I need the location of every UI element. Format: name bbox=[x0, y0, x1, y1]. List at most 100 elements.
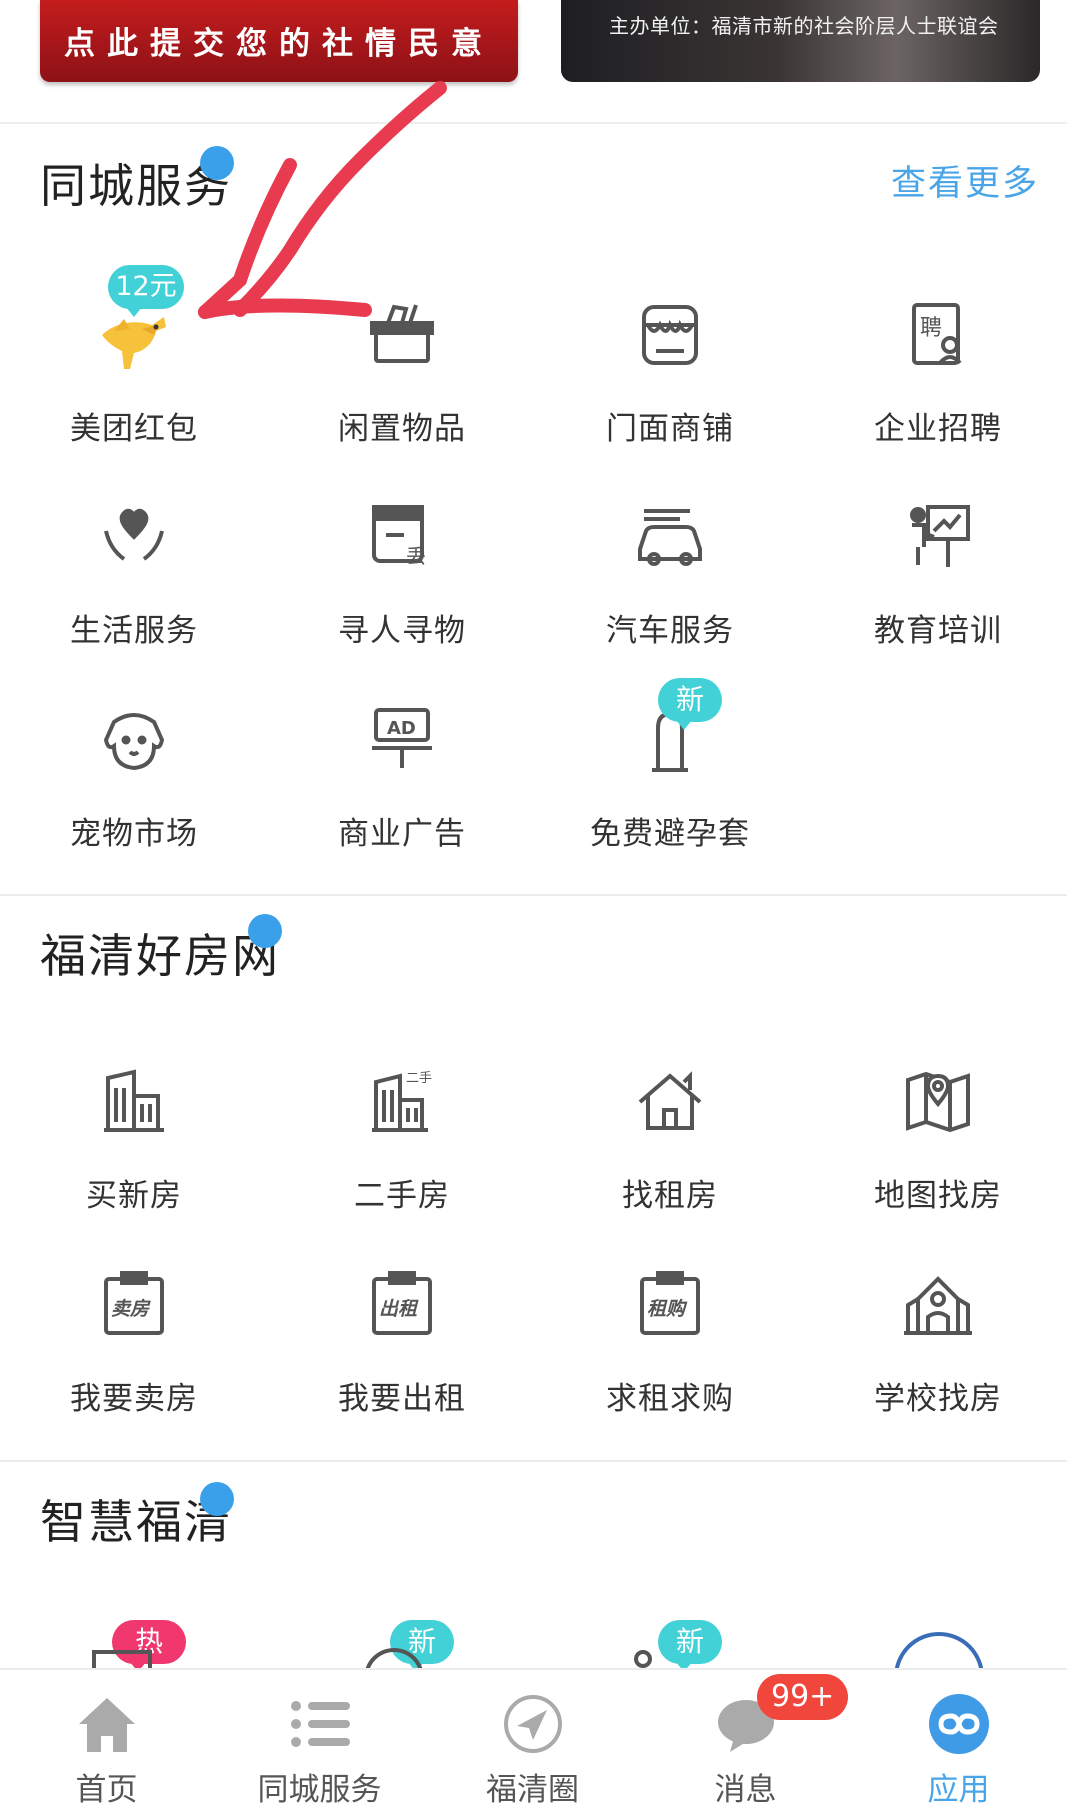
section-dot bbox=[248, 914, 282, 948]
new-building-icon bbox=[94, 1062, 174, 1142]
grid-item-label: 生活服务 bbox=[70, 613, 198, 649]
partial-icon bbox=[92, 1650, 152, 1668]
grid-item-label: 寻人寻物 bbox=[338, 613, 466, 649]
grid-item-meituan[interactable]: 12元 美团红包 bbox=[0, 265, 268, 485]
grid-item-sell-house[interactable]: 卖房 我要卖房 bbox=[0, 1265, 268, 1455]
grid-item-business-ad[interactable]: AD 商业广告 bbox=[268, 700, 536, 890]
grid-item-lost-found[interactable]: 丢 寻人寻物 bbox=[268, 497, 536, 687]
section-divider bbox=[0, 894, 1067, 896]
organizer-banner[interactable]: 主办单位：福清市新的社会阶层人士联谊会 bbox=[561, 0, 1040, 82]
grid-item-smart-3[interactable]: 新 bbox=[536, 1620, 804, 1672]
dog-icon bbox=[94, 700, 174, 780]
svg-text:AD: AD bbox=[387, 718, 416, 739]
submit-opinion-text: 点此提交您的社情民意 bbox=[64, 26, 494, 62]
new-tag: 新 bbox=[658, 678, 722, 730]
home-icon bbox=[73, 1690, 141, 1758]
idle-box-icon bbox=[362, 295, 442, 375]
svg-text:卖房: 卖房 bbox=[111, 1298, 151, 1320]
nav-label: 应用 bbox=[927, 1772, 990, 1804]
rent-buy-clipboard-icon: 租购 bbox=[630, 1265, 710, 1345]
grid-item-rent-out[interactable]: 出租 我要出租 bbox=[268, 1265, 536, 1455]
heart-hand-icon bbox=[94, 497, 174, 577]
section-title-housing: 福清好房网 bbox=[40, 929, 280, 983]
grid-item-second-hand[interactable]: 二手 二手房 bbox=[268, 1062, 536, 1252]
grid-item-label: 汽车服务 bbox=[606, 613, 734, 649]
grid-item-label: 门面商铺 bbox=[606, 411, 734, 447]
grid-item-storefront[interactable]: 门面商铺 bbox=[536, 295, 804, 485]
section-divider bbox=[0, 1460, 1067, 1462]
grid-item-label: 我要出租 bbox=[338, 1381, 466, 1417]
section-dot bbox=[200, 1482, 234, 1516]
grid-item-label: 买新房 bbox=[86, 1178, 182, 1214]
grid-item-school-house[interactable]: 学校找房 bbox=[804, 1265, 1067, 1455]
list-icon bbox=[286, 1690, 354, 1758]
apps-icon bbox=[925, 1690, 993, 1758]
nav-home[interactable]: 首页 bbox=[0, 1670, 213, 1804]
grid-item-label: 教育培训 bbox=[874, 613, 1002, 649]
grid-item-rent[interactable]: 找租房 bbox=[536, 1062, 804, 1252]
grid-item-label: 企业招聘 bbox=[874, 411, 1002, 447]
teacher-board-icon bbox=[898, 497, 978, 577]
grid-item-smart-2[interactable]: 新 bbox=[268, 1620, 536, 1688]
nav-label: 福清圈 bbox=[486, 1772, 579, 1804]
grid-item-label: 免费避孕套 bbox=[590, 816, 750, 852]
nav-label: 首页 bbox=[75, 1772, 138, 1804]
grid-item-map-search[interactable]: 地图找房 bbox=[804, 1062, 1067, 1252]
svg-text:租购: 租购 bbox=[647, 1298, 688, 1320]
sell-clipboard-icon: 卖房 bbox=[94, 1265, 174, 1345]
bottom-nav: 首页 同城服务 福清圈 99+ 消息 应用 bbox=[0, 1668, 1067, 1804]
car-icon bbox=[630, 497, 710, 577]
section-dot bbox=[200, 146, 234, 180]
tag-12-yuan: 12元 bbox=[108, 265, 184, 317]
grid-item-label: 地图找房 bbox=[874, 1178, 1002, 1214]
grid-item-smart-4[interactable] bbox=[804, 1620, 1067, 1722]
grid-item-label: 求租求购 bbox=[606, 1381, 734, 1417]
nav-fuqing-circle[interactable]: 福清圈 bbox=[426, 1670, 639, 1804]
nav-apps[interactable]: 应用 bbox=[852, 1670, 1065, 1804]
grid-item-idle-goods[interactable]: 闲置物品 bbox=[268, 295, 536, 485]
grid-item-label: 宠物市场 bbox=[70, 816, 198, 852]
top-banners: 点此提交您的社情民意 主办单位：福清市新的社会阶层人士联谊会 bbox=[0, 0, 1067, 124]
recruit-icon: 聘 bbox=[898, 295, 978, 375]
submit-opinion-banner[interactable]: 点此提交您的社情民意 bbox=[40, 0, 518, 82]
second-hand-building-icon: 二手 bbox=[362, 1062, 442, 1142]
new-tag: 新 bbox=[658, 1620, 722, 1672]
grid-item-new-house[interactable]: 买新房 bbox=[0, 1062, 268, 1252]
grid-item-free-condom[interactable]: 新 免费避孕套 bbox=[536, 678, 804, 890]
grid-item-label: 二手房 bbox=[354, 1178, 450, 1214]
school-icon bbox=[898, 1265, 978, 1345]
grid-item-pet-market[interactable]: 宠物市场 bbox=[0, 700, 268, 890]
grid-item-rent-buy[interactable]: 租购 求租求购 bbox=[536, 1265, 804, 1455]
rent-out-clipboard-icon: 出租 bbox=[362, 1265, 442, 1345]
grid-item-label: 闲置物品 bbox=[338, 411, 466, 447]
nav-label: 消息 bbox=[714, 1772, 777, 1804]
view-more-link[interactable]: 查看更多 bbox=[891, 155, 1039, 206]
grid-item-label: 美团红包 bbox=[70, 411, 198, 447]
svg-text:丢: 丢 bbox=[406, 544, 426, 568]
unread-badge: 99+ bbox=[757, 1674, 849, 1720]
organizer-text: 主办单位：福清市新的社会阶层人士联谊会 bbox=[609, 14, 999, 38]
app-page: 点此提交您的社情民意 主办单位：福清市新的社会阶层人士联谊会 同城服务 查看更多… bbox=[0, 0, 1067, 1804]
grid-item-smart-1[interactable]: 热 bbox=[0, 1620, 268, 1672]
grid-item-education[interactable]: 教育培训 bbox=[804, 497, 1067, 687]
house-icon bbox=[630, 1062, 710, 1142]
partial-icon bbox=[634, 1650, 652, 1668]
grid-item-label: 学校找房 bbox=[874, 1381, 1002, 1417]
nav-city-services[interactable]: 同城服务 bbox=[213, 1670, 426, 1804]
grid-item-label: 找租房 bbox=[622, 1178, 718, 1214]
svg-text:出租: 出租 bbox=[379, 1298, 419, 1320]
lost-found-icon: 丢 bbox=[362, 497, 442, 577]
grid-item-recruit[interactable]: 聘 企业招聘 bbox=[804, 295, 1067, 485]
nav-messages[interactable]: 99+ 消息 bbox=[639, 1670, 852, 1804]
map-pin-icon bbox=[898, 1062, 978, 1142]
storefront-icon bbox=[630, 295, 710, 375]
svg-text:聘: 聘 bbox=[920, 316, 942, 341]
compass-icon bbox=[499, 1690, 567, 1758]
grid-item-label: 商业广告 bbox=[338, 816, 466, 852]
grid-item-label: 我要卖房 bbox=[70, 1381, 198, 1417]
nav-label: 同城服务 bbox=[257, 1772, 382, 1804]
ad-board-icon: AD bbox=[362, 700, 442, 780]
grid-item-life-services[interactable]: 生活服务 bbox=[0, 497, 268, 687]
svg-text:二手: 二手 bbox=[406, 1071, 432, 1086]
grid-item-car-service[interactable]: 汽车服务 bbox=[536, 497, 804, 687]
